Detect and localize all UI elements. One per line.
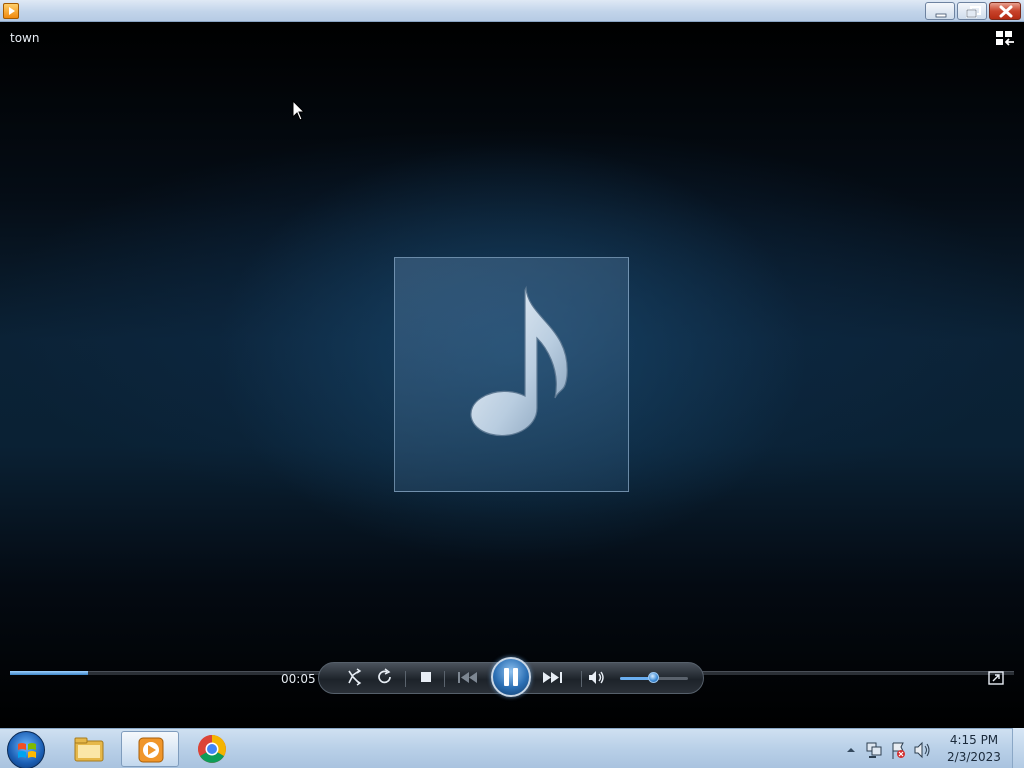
album-art bbox=[394, 257, 629, 492]
taskbar-media-player[interactable] bbox=[121, 731, 179, 767]
chrome-icon bbox=[198, 735, 226, 763]
track-title: town bbox=[10, 31, 40, 45]
restore-icon bbox=[966, 6, 981, 18]
repeat-button[interactable] bbox=[371, 663, 399, 693]
volume-slider-knob[interactable] bbox=[648, 672, 659, 683]
network-icon[interactable] bbox=[866, 742, 882, 758]
title-bar[interactable] bbox=[0, 0, 1024, 22]
mouse-cursor-icon bbox=[292, 100, 306, 121]
pause-icon bbox=[504, 668, 518, 686]
next-icon bbox=[543, 672, 562, 683]
next-button[interactable] bbox=[537, 663, 571, 693]
restore-button[interactable] bbox=[957, 2, 987, 20]
windows-explorer-icon bbox=[74, 737, 104, 762]
close-button[interactable] bbox=[989, 2, 1021, 20]
windows-logo-icon bbox=[18, 743, 36, 758]
windows-media-player-icon bbox=[3, 3, 19, 19]
close-icon bbox=[999, 5, 1013, 18]
previous-button[interactable] bbox=[451, 663, 485, 693]
control-separator bbox=[405, 671, 406, 687]
stop-icon bbox=[421, 672, 431, 682]
taskbar-explorer[interactable] bbox=[60, 731, 118, 767]
media-player-window: town 00:05 4:15 PM 2/3/2023 bbox=[0, 0, 1024, 768]
elapsed-time: 00:05 bbox=[281, 672, 316, 686]
action-center-flag-icon[interactable] bbox=[892, 742, 905, 759]
switch-to-library-icon[interactable] bbox=[995, 30, 1015, 46]
stop-button[interactable] bbox=[411, 663, 439, 693]
clock-time[interactable]: 4:15 PM bbox=[944, 733, 1004, 747]
repeat-icon bbox=[378, 668, 391, 684]
shuffle-icon bbox=[348, 668, 362, 686]
previous-icon bbox=[458, 672, 477, 683]
speaker-icon[interactable] bbox=[914, 741, 930, 759]
taskbar-chrome[interactable] bbox=[183, 731, 241, 767]
control-separator bbox=[581, 671, 582, 687]
show-hidden-icons-icon[interactable] bbox=[847, 748, 855, 752]
clock-date[interactable]: 2/3/2023 bbox=[944, 750, 1004, 764]
shuffle-button[interactable] bbox=[341, 663, 369, 693]
show-desktop-button[interactable] bbox=[1012, 728, 1024, 768]
start-button[interactable] bbox=[7, 731, 45, 768]
minimize-button[interactable] bbox=[925, 2, 955, 20]
volume-icon bbox=[589, 671, 604, 684]
windows-media-player-icon bbox=[138, 737, 164, 763]
pause-button[interactable] bbox=[491, 657, 531, 697]
seek-progress-fill bbox=[10, 671, 88, 675]
minimize-icon bbox=[935, 13, 947, 18]
now-playing-area[interactable]: town bbox=[0, 23, 1024, 728]
music-note-icon bbox=[470, 285, 568, 437]
fullscreen-icon[interactable] bbox=[988, 671, 1004, 685]
system-tray bbox=[847, 741, 930, 759]
control-separator bbox=[444, 671, 445, 687]
taskbar bbox=[0, 728, 1024, 768]
mute-button[interactable] bbox=[583, 663, 611, 693]
